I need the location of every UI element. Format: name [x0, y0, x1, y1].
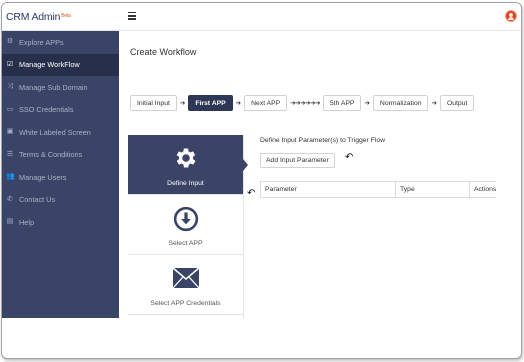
app-window: CRM AdminBeta ⚙ Explore APPs ☑ Manage Wo…	[1, 2, 522, 359]
check-square-icon: ☑	[6, 60, 14, 68]
define-input-section: Define Input Parameter(s) to Trigger Flo…	[260, 137, 521, 168]
sidebar-item-explore-apps[interactable]: ⚙ Explore APPs	[2, 31, 119, 54]
workflow-tiles: Define Input Select APP Select APP Crede…	[128, 135, 248, 318]
sidebar-item-label: Help	[19, 217, 35, 227]
sidebar-item-label: Explore APPs	[19, 37, 64, 47]
cogs-icon: ⚙	[6, 38, 14, 46]
brand-logo[interactable]: CRM AdminBeta	[6, 11, 71, 23]
sidebar-item-white-labeled-screen[interactable]: ▣ White Labeled Screen	[2, 121, 119, 144]
sidebar-item-label: SSO Credentials	[19, 105, 74, 115]
column-header-parameter: Parameter	[260, 181, 396, 198]
step-normalization[interactable]: Normalization	[372, 95, 429, 111]
table-header-row: Parameter Type Actions	[260, 181, 497, 198]
sidebar-item-terms-conditions[interactable]: ☰ Terms & Conditions	[2, 144, 119, 167]
arrow-right-icon: ➔	[364, 100, 370, 107]
sidebar-item-label: Manage Sub Domain	[19, 82, 88, 92]
add-input-parameter-button[interactable]: Add Input Parameter	[260, 153, 335, 168]
users-icon: 👥	[6, 173, 15, 181]
arrow-right-icon: ➔	[235, 100, 242, 107]
tile-define-input[interactable]: Define Input	[128, 135, 248, 195]
section-heading: Define Input Parameter(s) to Trigger Flo…	[260, 137, 386, 144]
step-fifth-app[interactable]: 5th APP	[322, 95, 362, 111]
step-first-app[interactable]: First APP	[188, 95, 233, 111]
sidebar: ⚙ Explore APPs ☑ Manage WorkFlow ⤨ Manag…	[2, 31, 119, 318]
active-tile-pointer	[243, 159, 248, 171]
file-icon: ▤	[6, 218, 14, 226]
monitor-icon: ▭	[6, 105, 14, 113]
sidebar-item-contact-us[interactable]: ✆ Contact Us	[2, 189, 119, 212]
column-header-actions: Actions	[469, 181, 497, 198]
sidebar-item-manage-workflow[interactable]: ☑ Manage WorkFlow	[2, 53, 119, 76]
tile-label: Select APP	[168, 240, 203, 247]
arrows-right-icon: ➔➔➔➔➔➔	[290, 100, 320, 107]
curved-arrow-icon: ↶	[247, 188, 256, 199]
beta-badge: Beta	[61, 13, 71, 19]
sidebar-item-label: Terms & Conditions	[19, 150, 83, 160]
step-output[interactable]: Output	[439, 95, 475, 111]
sidebar-item-manage-sub-domain[interactable]: ⤨ Manage Sub Domain	[2, 76, 119, 99]
arrow-right-icon: ➔	[431, 100, 437, 107]
shuffle-icon: ⤨	[7, 83, 13, 91]
download-circle-icon	[173, 206, 198, 232]
workflow-steps: Initial Input ➔ First APP ➔ Next APP ➔➔➔…	[130, 95, 475, 111]
step-next-app[interactable]: Next APP	[244, 95, 288, 111]
sidebar-item-label: Manage Users	[19, 172, 67, 182]
parameters-table: Parameter Type Actions	[260, 181, 497, 198]
arrow-right-icon: ➔	[179, 100, 186, 107]
main-content: Create Workflow Initial Input ➔ First AP…	[119, 31, 521, 318]
sidebar-item-help[interactable]: ▤ Help	[2, 211, 119, 234]
sidebar-item-label: White Labeled Screen	[19, 127, 91, 137]
tile-label: Select APP Credentials	[150, 300, 221, 307]
tile-select-app-credentials[interactable]: Select APP Credentials	[128, 255, 243, 315]
sidebar-item-label: Manage WorkFlow	[19, 60, 80, 70]
step-initial-input[interactable]: Initial Input	[130, 95, 177, 111]
curved-arrow-icon: ↶	[345, 152, 354, 163]
phone-icon: ✆	[7, 195, 13, 203]
gear-icon	[176, 148, 195, 168]
top-bar: CRM AdminBeta	[2, 3, 521, 31]
image-icon: ▣	[6, 128, 14, 136]
envelope-icon	[171, 267, 200, 289]
user-avatar[interactable]	[505, 10, 517, 22]
sidebar-item-label: Contact Us	[19, 195, 56, 205]
brand-name: CRM Admin	[6, 11, 61, 23]
tile-label: Define Input	[167, 180, 204, 187]
list-icon: ☰	[6, 150, 14, 158]
sidebar-item-sso-credentials[interactable]: ▭ SSO Credentials	[2, 99, 119, 122]
page-title: Create Workflow	[130, 47, 197, 57]
tile-select-app[interactable]: Select APP	[128, 195, 243, 255]
sidebar-item-manage-users[interactable]: 👥 Manage Users	[2, 166, 119, 189]
menu-toggle-icon[interactable]	[128, 12, 136, 20]
column-header-type: Type	[395, 181, 470, 198]
